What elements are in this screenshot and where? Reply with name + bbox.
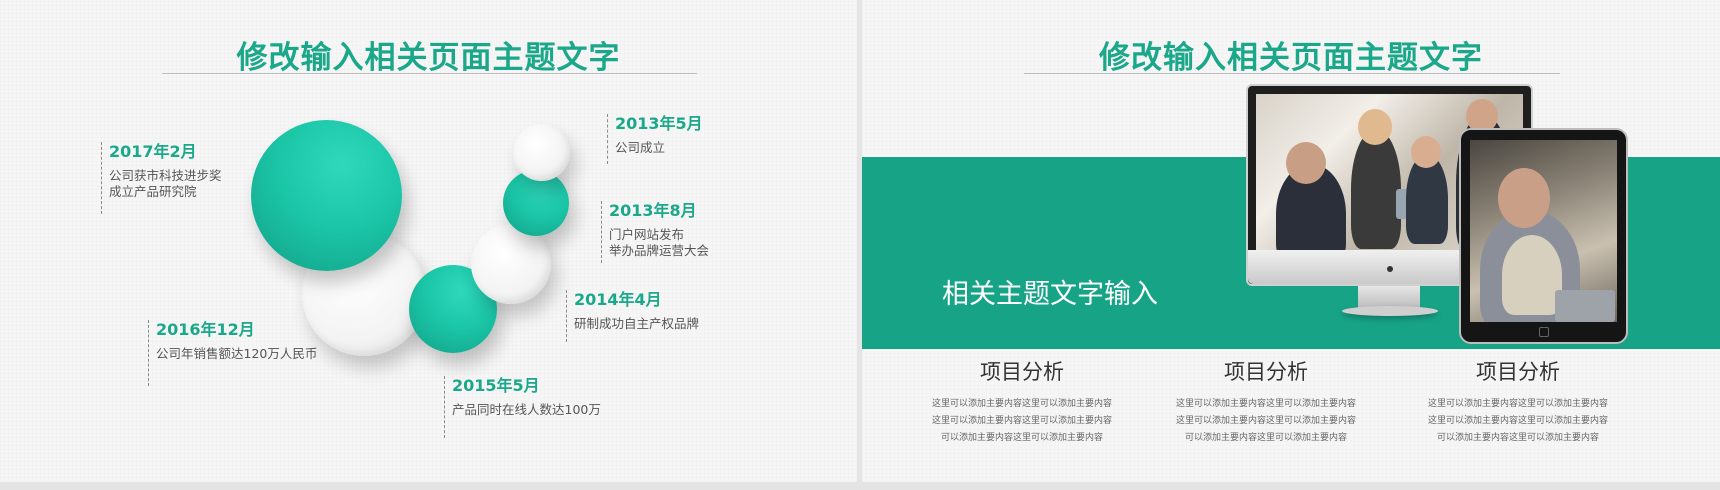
item-desc: 这里可以添加主要内容这里可以添加主要内容 这里可以添加主要内容这里可以添加主要内… bbox=[1427, 399, 1608, 443]
band-heading: 相关主题文字输入 bbox=[942, 279, 1158, 310]
timeline-date: 2013年8月 bbox=[609, 201, 697, 220]
item-title: 项目分析 bbox=[1476, 360, 1560, 384]
timeline-desc: 研制成功自主产权品牌 bbox=[574, 316, 700, 331]
timeline-desc: 公司年销售额达120万人民币 bbox=[156, 346, 318, 361]
timeline-date: 2013年5月 bbox=[615, 114, 703, 133]
timeline-entry-2016-12: 2016年12月 公司年销售额达120万人民币 bbox=[148, 320, 317, 386]
timeline-entry-2017-02: 2017年2月 公司获市科技进步奖 成立产品研究院 bbox=[101, 142, 222, 214]
timeline-desc: 产品同时在线人数达100万 bbox=[452, 402, 601, 417]
man-laptop-photo bbox=[1470, 140, 1617, 322]
timeline-entry-2013-05: 2013年5月 公司成立 bbox=[607, 114, 703, 164]
circle-green-large bbox=[251, 120, 402, 271]
timeline-date: 2015年5月 bbox=[452, 376, 540, 395]
slide-devices: 修改输入相关页面主题文字 相关主题文字输入 项目分析 这里可以添加主要内容这里可… bbox=[862, 0, 1720, 482]
item-desc: 这里可以添加主要内容这里可以添加主要内容 这里可以添加主要内容这里可以添加主要内… bbox=[931, 399, 1112, 443]
timeline-date: 2017年2月 bbox=[109, 142, 197, 161]
item-title: 项目分析 bbox=[980, 360, 1064, 384]
timeline-date: 2016年12月 bbox=[156, 320, 255, 339]
circle-white-small bbox=[513, 124, 570, 181]
slide-title: 修改输入相关页面主题文字 bbox=[1099, 40, 1483, 76]
timeline-date: 2014年4月 bbox=[574, 290, 662, 309]
item-title: 项目分析 bbox=[1224, 360, 1308, 384]
timeline-desc: 门户网站发布 举办品牌运营大会 bbox=[609, 227, 710, 258]
item-desc: 这里可以添加主要内容这里可以添加主要内容 这里可以添加主要内容这里可以添加主要内… bbox=[1175, 399, 1356, 443]
circle-white-medium bbox=[471, 224, 551, 304]
timeline-desc: 公司获市科技进步奖 成立产品研究院 bbox=[109, 168, 222, 199]
slide-title: 修改输入相关页面主题文字 bbox=[236, 40, 621, 76]
timeline-desc: 公司成立 bbox=[615, 140, 666, 155]
title-divider bbox=[162, 73, 697, 74]
timeline-entry-2014-04: 2014年4月 研制成功自主产权品牌 bbox=[566, 290, 699, 342]
title-divider bbox=[1024, 73, 1560, 74]
timeline-entry-2015-05: 2015年5月 产品同时在线人数达100万 bbox=[444, 376, 601, 438]
slide-timeline: 修改输入相关页面主题文字 2013年5月 公司成立 2013年8月 门户网站发布… bbox=[0, 0, 857, 482]
monitor-base bbox=[1342, 306, 1438, 316]
monitor-stand bbox=[1358, 286, 1420, 308]
tablet-image bbox=[1459, 128, 1628, 344]
timeline-entry-2013-08: 2013年8月 门户网站发布 举办品牌运营大会 bbox=[601, 201, 709, 263]
